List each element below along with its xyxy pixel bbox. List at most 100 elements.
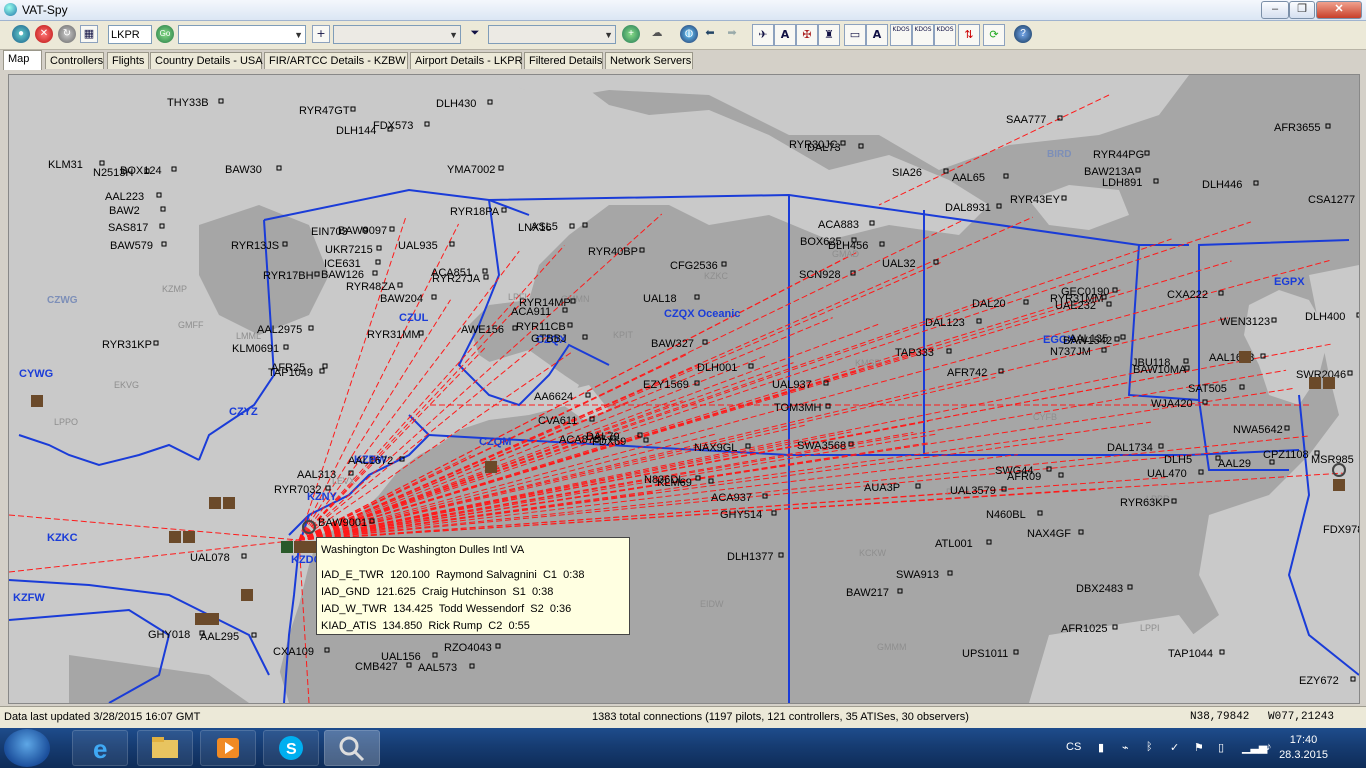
aircraft-marker[interactable]: RYR63KP — [1120, 497, 1177, 509]
sort-icon[interactable]: ⇅ — [958, 24, 980, 46]
fir-label[interactable]: CZYZ — [229, 406, 258, 418]
media-player-icon[interactable] — [200, 730, 256, 766]
close-button[interactable]: ✕ — [1316, 1, 1362, 19]
globe-icon[interactable]: ◍ — [680, 25, 698, 43]
filter-icon[interactable]: ⏷ — [467, 25, 483, 41]
aircraft-marker[interactable]: BAW10MA — [1133, 364, 1190, 376]
aircraft-marker[interactable]: RYR18PA — [450, 206, 507, 218]
tab-filtered-details[interactable]: Filtered Details — [524, 52, 603, 69]
minimize-button[interactable]: – — [1261, 1, 1289, 19]
tab-fir-details[interactable]: FIR/ARTCC Details - KZBW — [264, 52, 408, 69]
atc-tower-marker[interactable] — [241, 589, 253, 601]
airport-label[interactable]: EIDW — [700, 599, 724, 609]
airport-label[interactable]: KZKC — [704, 271, 729, 281]
atc-approach-marker[interactable] — [1323, 377, 1335, 389]
fir-label[interactable]: EGPX — [1274, 276, 1305, 288]
aircraft-marker[interactable]: CFG2536 — [670, 260, 727, 272]
atc-approach-marker[interactable] — [223, 497, 235, 509]
signal-icon[interactable]: ▁▃▅ — [1242, 741, 1267, 754]
aircraft-marker[interactable]: FDX978 — [1323, 524, 1359, 536]
back-arrow-icon[interactable]: ⬅ — [702, 25, 718, 41]
help-button[interactable]: ? — [1014, 25, 1032, 43]
aircraft-marker[interactable]: RYR11CB — [516, 321, 573, 333]
refresh-icon[interactable]: ↻ — [58, 25, 76, 43]
tower-icon[interactable]: ♜ — [818, 24, 840, 46]
airport-label[interactable]: KZMP — [162, 284, 187, 294]
aircraft-marker[interactable]: RYR17BH — [263, 270, 320, 282]
fir-label[interactable]: CZQM — [479, 436, 511, 448]
fir-label[interactable]: CYWG — [19, 368, 53, 380]
aircraft-marker[interactable]: NWA5642 — [1233, 424, 1290, 436]
filter-combo-1[interactable]: ▼ — [333, 25, 461, 44]
fir-label[interactable]: BIRD — [1047, 149, 1071, 160]
atc-approach-marker[interactable] — [1333, 479, 1345, 491]
aircraft-marker[interactable]: RYR48ZA — [346, 281, 403, 293]
aircraft-marker[interactable]: RYR44PG — [1093, 149, 1150, 161]
fir-label[interactable]: CZWG — [47, 295, 78, 306]
tab-map[interactable]: Map — [3, 50, 42, 70]
tab-flights[interactable]: Flights — [107, 52, 149, 69]
aircraft-marker[interactable]: RYR43EY — [1010, 194, 1067, 206]
aircraft-marker[interactable]: MSR985 — [1311, 454, 1359, 466]
callsign-input[interactable]: LKPR — [108, 25, 152, 44]
aircraft-marker[interactable]: YMA7002 — [447, 164, 504, 176]
metar-icon-2[interactable]: KDOS — [912, 24, 934, 46]
atc-tower-marker[interactable] — [209, 497, 221, 509]
connect-icon[interactable]: ● — [12, 25, 30, 43]
fir-label[interactable]: KZFW — [13, 592, 45, 604]
map-view[interactable]: CZUL CZQX CZQX Oceanic CZQM KZBW KZNY CZYZ CYWG… — [8, 74, 1360, 704]
fir-label[interactable]: CZQX Oceanic — [664, 308, 740, 320]
airport-label[interactable]: KMSP — [855, 358, 881, 368]
compass-icon[interactable]: ✠ — [796, 24, 818, 46]
label-a-icon[interactable]: A — [774, 24, 796, 46]
maximize-button[interactable]: ❐ — [1289, 1, 1315, 19]
tab-network-servers[interactable]: Network Servers — [605, 52, 693, 69]
fir-label[interactable]: CZUL — [399, 312, 429, 324]
map-canvas[interactable]: CZULCZQXCZQX OceanicCZQMKZBWKZNYCZYZCYWG… — [9, 75, 1359, 703]
atc-approach-marker[interactable] — [31, 395, 43, 407]
atc-tower-marker[interactable] — [195, 613, 207, 625]
tab-country-details[interactable]: Country Details - USA — [150, 52, 263, 69]
aircraft-marker[interactable]: WEN3123 — [1220, 316, 1277, 328]
add-icon[interactable]: + — [312, 25, 330, 43]
aircraft-marker[interactable]: CSA1277 — [1308, 194, 1359, 206]
fir-label[interactable]: KZKC — [47, 532, 78, 544]
airport-label[interactable]: KPIT — [613, 330, 634, 340]
network-tray-icon[interactable]: ⌁ — [1122, 741, 1129, 754]
label-a-bold-icon[interactable]: A — [866, 24, 888, 46]
tab-controllers[interactable]: Controllers — [45, 52, 104, 69]
forward-arrow-icon[interactable]: ➡ — [724, 25, 740, 41]
stop-icon[interactable]: ✕ — [35, 25, 53, 43]
aircraft-marker[interactable]: RYR31KP — [102, 339, 159, 351]
airport-label[interactable]: EKVG — [114, 380, 139, 390]
tray-icon-1[interactable]: ▮ — [1098, 741, 1104, 754]
aircraft-marker[interactable]: RYR13JS — [231, 240, 288, 252]
metar-icon-3[interactable]: KDOS — [934, 24, 956, 46]
tray-icon-2[interactable]: ✓ — [1170, 741, 1179, 754]
flag-icon[interactable]: ⚑ — [1194, 741, 1204, 754]
language-indicator[interactable]: CS — [1066, 741, 1081, 753]
boundary-icon[interactable]: ▭ — [844, 24, 866, 46]
aircraft-marker[interactable]: BAW9001 — [318, 517, 375, 529]
aircraft-marker[interactable]: RZO4043 — [444, 642, 501, 654]
atc-tower-marker[interactable] — [1309, 377, 1321, 389]
airport-label[interactable]: LPPO — [54, 417, 78, 427]
start-button[interactable] — [4, 729, 50, 767]
atc-approach-marker[interactable] — [485, 461, 497, 473]
aircraft-marker[interactable]: RYR27JA — [432, 273, 489, 285]
volume-icon[interactable]: ♪ — [1266, 741, 1272, 753]
search-combo[interactable]: ▼ — [178, 25, 306, 44]
filter-combo-2[interactable]: ▼ — [488, 25, 616, 44]
metar-icon-1[interactable]: KDOS — [890, 24, 912, 46]
airport-label[interactable]: KCKW — [859, 548, 887, 558]
aircraft-marker[interactable]: RYR40BP — [588, 246, 645, 258]
bluetooth-icon[interactable]: ᛒ — [1146, 741, 1153, 753]
atc-tower-marker[interactable] — [294, 541, 306, 553]
picture-icon[interactable]: ▦ — [80, 25, 98, 43]
internet-explorer-icon[interactable]: e — [72, 730, 128, 766]
atc-tower-marker[interactable] — [169, 531, 181, 543]
aircraft-marker[interactable]: RYR47GT — [299, 105, 356, 117]
aircraft-marker[interactable]: UKR7215 — [325, 244, 382, 256]
aircraft-marker[interactable]: SWA3568 — [797, 440, 854, 452]
globe-add-icon[interactable]: + — [622, 25, 640, 43]
